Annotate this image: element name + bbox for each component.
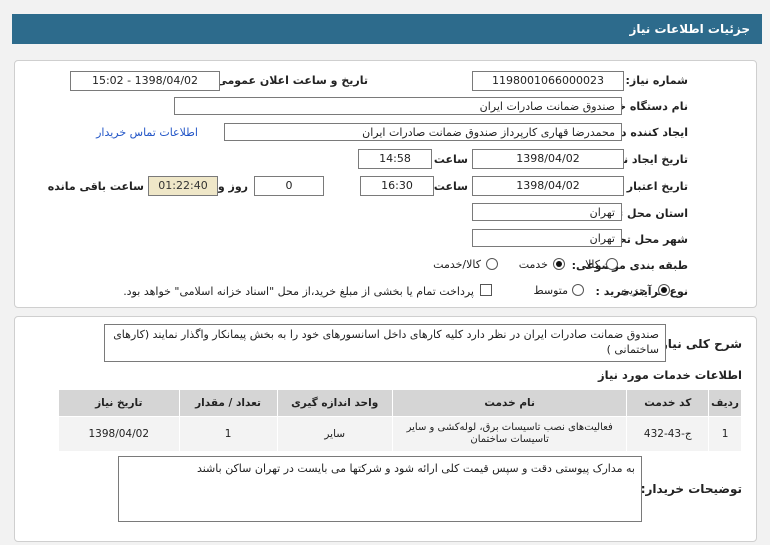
contact-buyer-link[interactable]: اطلاعات تماس خریدار [96,126,198,139]
created-date-field[interactable]: 1398/04/02 [472,149,624,169]
process-radio-minor[interactable] [658,284,670,296]
col-code-header: کد خدمت [626,389,710,417]
created-time-label: ساعت [433,153,468,166]
remaining-timer: 01:22:40 [148,176,218,196]
need-number-label: شماره نیاز: [625,74,688,87]
table-row: 1 ج-43-432 فعالیت‌های نصب تاسیسات برق، ل… [58,416,742,452]
col-unit-header: واحد اندازه گیری [276,389,393,417]
process-option-medium: متوسط [533,284,568,297]
category-option-goods: کالا [585,258,600,271]
days-label: روز و [217,180,248,193]
buyer-org-field[interactable]: صندوق ضمانت صادرات ایران [174,97,622,115]
col-name-header: نام خدمت [391,389,628,417]
header: جزئیات اطلاعات نیاز [0,0,770,48]
cell-name: فعالیت‌های نصب تاسیسات برق، لوله‌کشی و س… [391,416,628,452]
page-title: جزئیات اطلاعات نیاز [12,14,762,44]
summary-label: شرح کلی نیاز: [656,337,742,351]
valid-date-field[interactable]: 1398/04/02 [472,176,624,196]
remaining-label: ساعت باقی مانده [47,180,144,193]
col-date-header: تاریخ نیاز [58,389,180,417]
buyer-notes-label: توضیحات خریدار: [640,482,742,496]
services-title: اطلاعات خدمات مورد نیاز [598,368,742,382]
province-field[interactable]: تهران [472,203,622,221]
requester-field[interactable]: محمدرضا قهاری کارپرداز صندوق ضمانت صادرا… [224,123,622,141]
process-option-minor: جزیی [620,284,646,297]
services-table: ردیف کد خدمت نام خدمت واحد اندازه گیری ت… [58,389,742,452]
category-option-goods-service: کالا/خدمت [433,258,481,271]
announce-label: تاریخ و ساعت اعلان عمومی: [211,74,368,87]
valid-time-label: ساعت [433,180,468,193]
category-radio-goods-service[interactable] [486,258,498,270]
buyer-notes-text: به مدارک پیوستی دقت و سپس قیمت کلی ارائه… [118,456,642,522]
category-option-service: خدمت [518,258,548,271]
col-qty-header: تعداد / مقدار [178,389,278,417]
col-row-header: ردیف [708,389,742,417]
cell-code: ج-43-432 [626,416,710,452]
category-radio-goods[interactable] [606,258,618,270]
created-time-field[interactable]: 14:58 [358,149,432,169]
need-number-field[interactable]: 1198001066000023 [472,71,624,91]
treasury-payment-note: پرداخت تمام یا بخشی از مبلغ خرید،از محل … [123,285,474,298]
valid-time-field[interactable]: 16:30 [360,176,434,196]
cell-date: 1398/04/02 [58,416,180,452]
days-field[interactable]: 0 [254,176,324,196]
cell-row: 1 [708,416,742,452]
city-field[interactable]: تهران [472,229,622,247]
cell-qty: 1 [178,416,278,452]
treasury-payment-checkbox[interactable] [480,284,492,296]
summary-text: صندوق ضمانت صادرات ایران در نظر دارد کلی… [104,324,666,362]
announce-field[interactable]: 1398/04/02 - 15:02 [70,71,220,91]
category-radio-service[interactable] [553,258,565,270]
cell-unit: سایر [276,416,393,452]
process-radio-medium[interactable] [572,284,584,296]
